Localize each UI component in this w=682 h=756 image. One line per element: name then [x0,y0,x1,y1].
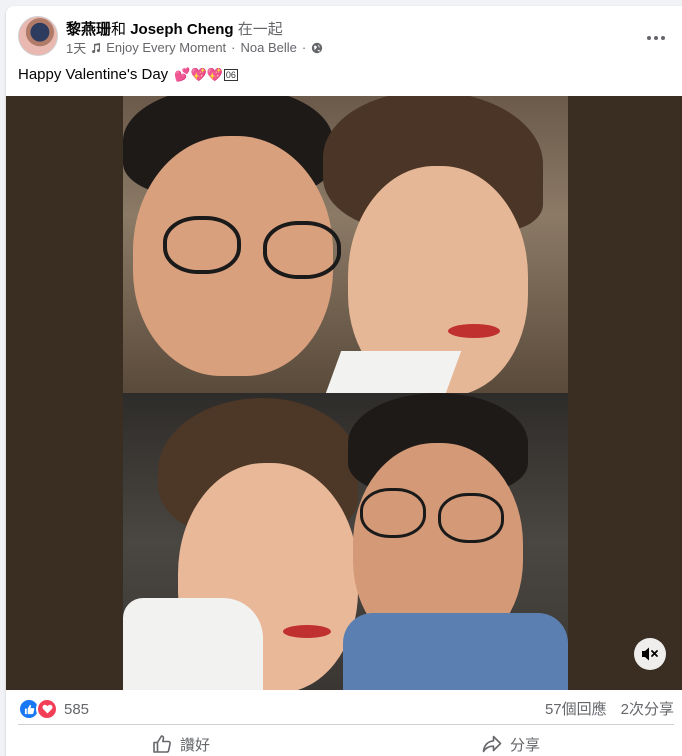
like-label: 讚好 [180,736,211,754]
post-header: 黎燕珊和 Joseph Cheng 在一起 1天 Enjoy Every Mom… [18,16,682,56]
heart-icon [36,698,58,720]
caption-text: Happy Valentine's Day [18,66,169,83]
post-stats: 585 57個回應 2次分享 [18,696,674,720]
action-bar: 讚好 分享 [6,726,682,756]
photo-collage-bottom [123,393,568,690]
like-button[interactable]: 讚好 [152,726,210,756]
music-title[interactable]: Enjoy Every Moment [106,40,226,55]
share-count[interactable]: 2次分享 [621,698,674,719]
post-media[interactable] [6,96,682,690]
with-word: 和 [111,21,127,38]
caption-emojis: 💕💖💖 [174,67,223,82]
more-horizontal-icon [647,36,665,40]
avatar[interactable] [18,16,58,56]
globe-icon[interactable] [311,42,323,54]
post-meta: 1天 Enjoy Every Moment · Noa Belle · [66,38,323,57]
post-caption: Happy Valentine's Day 💕💖💖 06 [18,66,238,83]
divider [18,724,674,725]
music-note-icon [92,42,101,53]
author-line: 黎燕珊和 Joseph Cheng 在一起 [66,18,283,39]
reaction-count: 585 [64,700,90,718]
photo-collage-top [123,96,568,393]
author-name[interactable]: 黎燕珊 [66,21,111,38]
speaker-muted-icon [642,647,658,661]
share-button[interactable]: 分享 [482,726,540,756]
mute-button[interactable] [634,638,666,670]
music-artist[interactable]: Noa Belle [241,40,297,55]
more-options-button[interactable] [644,28,668,48]
post-time[interactable]: 1天 [66,38,86,57]
comment-count[interactable]: 57個回應 [545,698,607,719]
caption-emoji-box: 06 [223,69,238,81]
meta-separator: · [301,40,307,55]
post-card: 黎燕珊和 Joseph Cheng 在一起 1天 Enjoy Every Mom… [6,6,682,756]
share-label: 分享 [510,736,541,754]
reactions-summary[interactable]: 585 [18,698,89,720]
together-word: 在一起 [237,21,283,38]
tagged-name[interactable]: Joseph Cheng [130,21,233,38]
meta-separator: · [231,40,236,55]
share-arrow-icon [482,735,502,753]
like-outline-icon [153,735,171,753]
stats-right: 57個回應 2次分享 [545,698,674,719]
